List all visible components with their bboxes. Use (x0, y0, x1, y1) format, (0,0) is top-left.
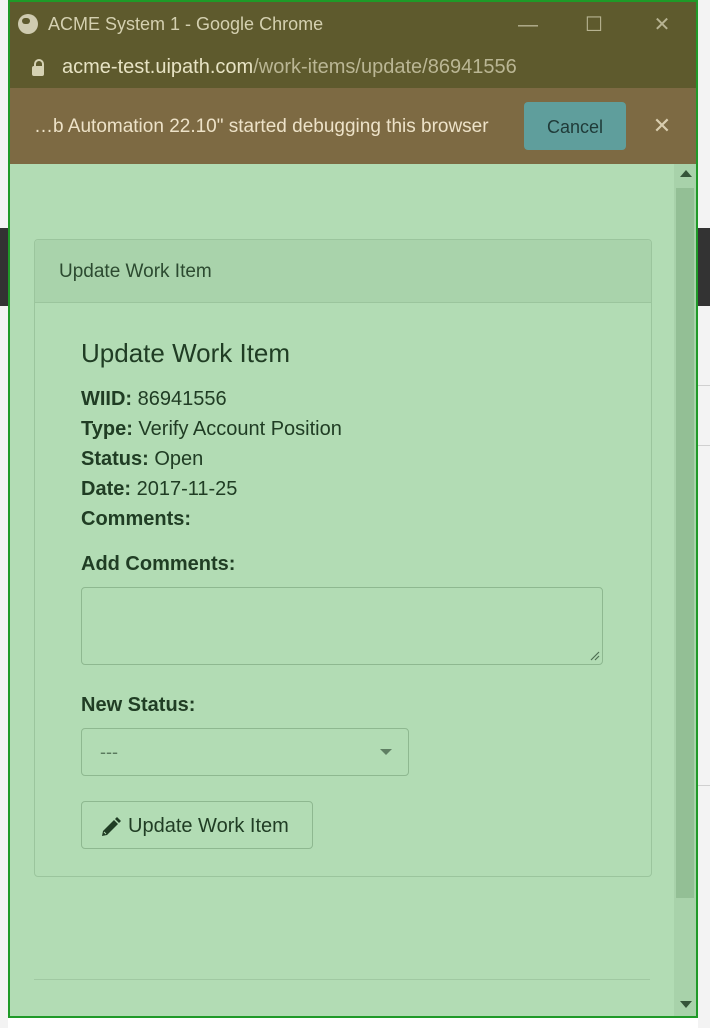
update-work-item-panel: Update Work Item Update Work Item WIID: … (34, 239, 652, 877)
scroll-up-arrow-icon[interactable] (680, 170, 692, 177)
vertical-scrollbar[interactable] (674, 164, 696, 1016)
debugging-infobar: …b Automation 22.10" started debugging t… (10, 88, 696, 165)
background-dark-band (0, 228, 8, 306)
pencil-icon (102, 817, 121, 836)
url-display[interactable]: acme-test.uipath.com/work-items/update/8… (62, 56, 517, 79)
url-path: /work-items/update/86941556 (253, 56, 517, 78)
add-comments-textarea[interactable] (81, 587, 603, 665)
debugging-message: …b Automation 22.10" started debugging t… (34, 116, 489, 137)
scroll-down-arrow-icon[interactable] (680, 1001, 692, 1008)
date-value: 2017-11-25 (136, 478, 238, 500)
resize-handle-icon[interactable] (590, 651, 600, 661)
status-label: Status: (81, 448, 149, 470)
new-status-selected-value: --- (100, 742, 118, 762)
new-status-select[interactable]: --- (81, 728, 409, 776)
type-label: Type: (81, 418, 133, 440)
footer-divider (34, 979, 650, 980)
minimize-button[interactable]: — (512, 10, 544, 40)
lock-icon (32, 59, 44, 76)
form-title: Update Work Item (81, 338, 291, 368)
wiid-label: WIID: (81, 388, 133, 410)
panel-heading: Update Work Item (35, 240, 651, 303)
page-content: Update Work Item Update Work Item WIID: … (10, 164, 676, 1016)
type-row: Type: Verify Account Position (81, 418, 342, 441)
background-page-left-edge (0, 0, 8, 1028)
date-row: Date: 2017-11-25 (81, 478, 237, 501)
browser-popup-window: ACME System 1 - Google Chrome — ☐ ✕ acme… (8, 0, 698, 1018)
wiid-row: WIID: 86941556 (81, 388, 227, 411)
scrollbar-thumb[interactable] (676, 188, 694, 898)
globe-icon (18, 14, 38, 34)
background-dark-band (698, 228, 710, 306)
update-work-item-button-label: Update Work Item (128, 815, 289, 837)
comments-label: Comments: (81, 508, 192, 530)
address-bar[interactable]: acme-test.uipath.com/work-items/update/8… (10, 48, 696, 88)
background-divider (698, 445, 710, 446)
window-title: ACME System 1 - Google Chrome (48, 14, 324, 34)
background-divider (698, 785, 710, 786)
status-value: Open (154, 448, 204, 470)
background-divider (698, 385, 710, 386)
type-value: Verify Account Position (138, 418, 342, 440)
update-work-item-button[interactable]: Update Work Item (81, 801, 313, 849)
background-page-right-edge (698, 0, 710, 1028)
window-titlebar[interactable]: ACME System 1 - Google Chrome — ☐ ✕ (10, 2, 696, 48)
maximize-button[interactable]: ☐ (578, 10, 610, 40)
date-label: Date: (81, 478, 132, 500)
url-host: acme-test.uipath.com (62, 56, 254, 78)
close-window-button[interactable]: ✕ (646, 10, 678, 40)
add-comments-label: Add Comments: (81, 553, 236, 575)
new-status-label: New Status: (81, 694, 196, 716)
wiid-value: 86941556 (137, 388, 227, 410)
close-infobar-icon[interactable]: ✕ (650, 112, 674, 140)
panel-heading-title: Update Work Item (59, 261, 212, 282)
comments-row: Comments: (81, 508, 191, 531)
chevron-down-icon (380, 749, 392, 755)
cancel-debugging-button[interactable]: Cancel (524, 102, 626, 150)
status-row: Status: Open (81, 448, 203, 471)
